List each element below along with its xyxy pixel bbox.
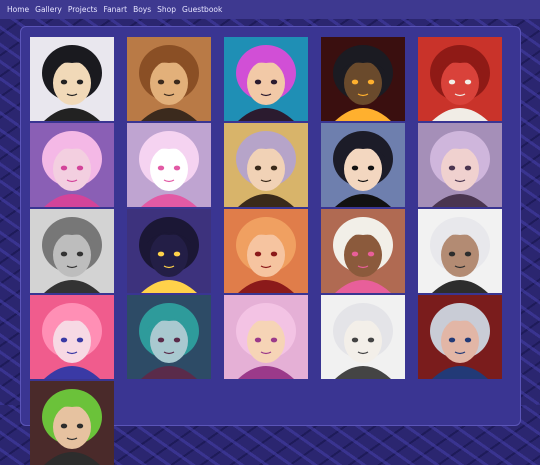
portrait-beret-sunglasses[interactable] — [321, 123, 405, 207]
portrait-horned-dark-fire[interactable] — [321, 37, 405, 121]
portrait-teal-hair-butterflies-art — [127, 295, 211, 379]
portrait-teal-hair-butterflies[interactable] — [127, 295, 211, 379]
portrait-lilac-hair-gold-art — [224, 123, 308, 207]
portrait-black-bob-hair[interactable] — [30, 37, 114, 121]
portrait-white-hair-dark-skin-art — [418, 209, 502, 293]
portrait-lavender-hair-art — [418, 123, 502, 207]
gallery-panel — [20, 26, 521, 465]
portrait-masked-silver-hair-art — [418, 295, 502, 379]
portrait-green-hair-partial-art — [30, 381, 114, 465]
portrait-ginger-red-eyes-art — [224, 209, 308, 293]
portrait-pink-curly-hair-art — [30, 123, 114, 207]
portrait-lavender-hair[interactable] — [418, 123, 502, 207]
portrait-pink-hood-art — [224, 295, 308, 379]
portrait-pink-hood[interactable] — [224, 295, 308, 379]
portrait-pink-bunny-mask-art — [127, 123, 211, 207]
portrait-pink-curly-hair[interactable] — [30, 123, 114, 207]
portrait-ginger-red-eyes[interactable] — [224, 209, 308, 293]
portrait-black-bob-hair-art — [30, 37, 114, 121]
portrait-white-long-hair-art — [321, 295, 405, 379]
portrait-white-afro-glasses-art — [321, 209, 405, 293]
portrait-pink-bunny-mask[interactable] — [127, 123, 211, 207]
portrait-black-cat-stars[interactable] — [127, 209, 211, 293]
portrait-masked-silver-hair[interactable] — [418, 295, 502, 379]
portrait-black-cat-stars-art — [127, 209, 211, 293]
nav-shop-link[interactable]: Shop — [157, 5, 176, 14]
portrait-lilac-hair-gold[interactable] — [224, 123, 308, 207]
portrait-pink-hair-blue-bg-art — [224, 37, 308, 121]
portrait-curly-auburn-hair[interactable] — [127, 37, 211, 121]
nav-fanart-link[interactable]: Fanart — [103, 5, 127, 14]
nav-home-link[interactable]: Home — [7, 5, 29, 14]
portrait-white-long-hair[interactable] — [321, 295, 405, 379]
portrait-horned-dark-fire-art — [321, 37, 405, 121]
portrait-grayscale-sketch-art — [30, 209, 114, 293]
portrait-grayscale-sketch[interactable] — [30, 209, 114, 293]
nav-projects-link[interactable]: Projects — [68, 5, 98, 14]
portrait-white-afro-glasses[interactable] — [321, 209, 405, 293]
nav-boys-link[interactable]: Boys — [133, 5, 151, 14]
portrait-red-dragon-art — [418, 37, 502, 121]
portrait-pink-jester-art — [30, 295, 114, 379]
portrait-green-hair-partial[interactable] — [30, 381, 114, 465]
portrait-curly-auburn-hair-art — [127, 37, 211, 121]
top-navbar: Home Gallery Projects Fanart Boys Shop G… — [0, 0, 540, 19]
portrait-pink-jester[interactable] — [30, 295, 114, 379]
portrait-white-hair-dark-skin[interactable] — [418, 209, 502, 293]
nav-guestbook-link[interactable]: Guestbook — [182, 5, 222, 14]
nav-gallery-link[interactable]: Gallery — [35, 5, 62, 14]
portrait-beret-sunglasses-art — [321, 123, 405, 207]
portrait-pink-hair-blue-bg[interactable] — [224, 37, 308, 121]
portrait-red-dragon[interactable] — [418, 37, 502, 121]
